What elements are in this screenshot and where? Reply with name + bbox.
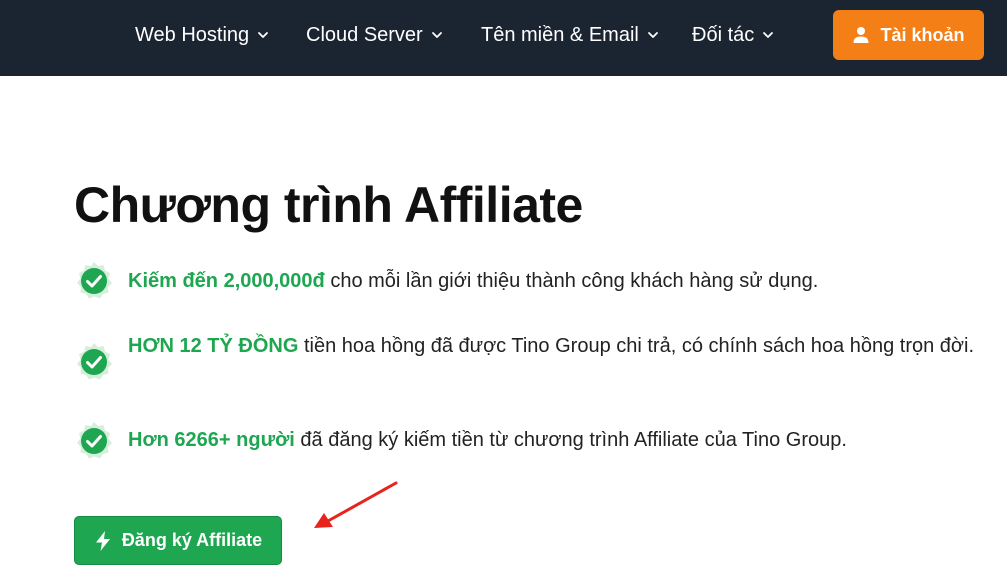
chevron-down-icon (431, 29, 443, 41)
chevron-down-icon (257, 29, 269, 41)
feature-highlight: Kiếm đến 2,000,000đ (128, 270, 325, 292)
feature-highlight: Hơn 6266+ người (128, 429, 295, 451)
nav-item-label: Tên miền & Email (481, 23, 639, 46)
page-title: Chương trình Affiliate (74, 177, 583, 233)
red-arrow-annotation (314, 481, 398, 528)
nav-item-cloud-server[interactable]: Cloud Server (306, 22, 443, 48)
nav-item-label: Web Hosting (135, 23, 250, 46)
nav-item-web-hosting[interactable]: Web Hosting (135, 22, 269, 48)
feature-text: Hơn 6266+ người đã đăng ký kiếm tiền từ … (128, 425, 988, 456)
check-badge-icon (74, 421, 114, 461)
nav-item-label: Cloud Server (306, 23, 423, 46)
user-icon (852, 26, 870, 44)
account-button-label: Tài khoản (880, 24, 965, 45)
feature-text: Kiếm đến 2,000,000đ cho mỗi lần giới thi… (128, 266, 988, 297)
account-button[interactable]: Tài khoản (833, 10, 984, 60)
register-affiliate-label: Đăng ký Affiliate (121, 530, 263, 550)
check-badge-icon (74, 261, 114, 301)
top-navbar: Web Hosting Cloud Server Tên miền & Emai… (0, 0, 1007, 76)
chevron-down-icon (762, 29, 774, 41)
check-badge-icon (74, 342, 114, 382)
feature-description: cho mỗi lần giới thiệu thành công khách … (324, 270, 819, 292)
register-affiliate-button[interactable]: Đăng ký Affiliate (74, 516, 282, 565)
lightning-bolt-icon (94, 530, 112, 551)
feature-description: đã đăng ký kiếm tiền từ chương trình Aff… (294, 429, 847, 451)
nav-item-label: Đối tác (692, 23, 755, 46)
nav-item-partners[interactable]: Đối tác (692, 22, 774, 48)
chevron-down-icon (647, 29, 659, 41)
feature-description: tiền hoa hồng đã được Tino Group chi trả… (298, 335, 975, 357)
nav-item-domain-email[interactable]: Tên miền & Email (481, 22, 659, 48)
feature-text: HƠN 12 TỶ ĐỒNG tiền hoa hồng đã được Tin… (128, 331, 988, 362)
feature-highlight: HƠN 12 TỶ ĐỒNG (128, 335, 299, 357)
